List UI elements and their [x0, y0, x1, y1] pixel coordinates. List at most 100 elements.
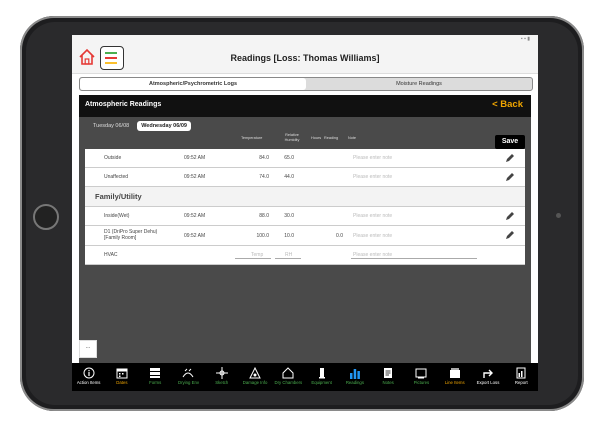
row-time: 09:52 AM	[184, 174, 206, 180]
toolbar-export-loss[interactable]: Export Loss	[471, 363, 504, 391]
row-name: Inside(Wet)	[104, 213, 130, 219]
pictures-icon	[415, 368, 427, 378]
toolbar-label: Damage Info	[242, 380, 268, 385]
page-title: Readings [Loss: Thomas Williams]	[230, 53, 380, 63]
export-icon	[483, 369, 494, 378]
toolbar-equipment[interactable]: Equipment	[305, 363, 338, 391]
group-header: Family/Utility	[85, 187, 525, 207]
toolbar-readings[interactable]: Readings	[338, 363, 371, 391]
note-input[interactable]: Please enter note	[353, 155, 392, 161]
temperature-underline	[235, 258, 271, 259]
sketch-icon	[215, 366, 228, 379]
row-name: D1 (DriPro Super Dehu) [Family Room]	[104, 229, 158, 241]
readings-table: Outside 09:52 AM 84.0 65.0 Please enter …	[85, 149, 525, 265]
col-header-temperature: Temperature	[241, 136, 263, 140]
toolbar-label: Forms	[149, 380, 162, 385]
camera	[556, 213, 561, 218]
bottom-toolbar: Action Items Dates Forms Drying Env Sket…	[72, 363, 538, 391]
save-button[interactable]: Save	[495, 135, 525, 149]
report-icon	[516, 367, 526, 378]
damage-icon	[249, 366, 261, 378]
pencil-icon[interactable]	[505, 172, 515, 182]
toolbar-dates[interactable]: Dates	[105, 363, 138, 391]
top-bar: Readings [Loss: Thomas Williams]	[72, 43, 538, 74]
col-header-hours: Hours	[311, 136, 322, 140]
toolbar-action-items[interactable]: Action Items	[72, 363, 105, 391]
table-row: Unaffected 09:52 AM 74.0 44.0 Please ent…	[85, 168, 525, 187]
toolbar-label: Export Loss	[476, 380, 500, 385]
humidity-input[interactable]: 30.0	[274, 213, 294, 219]
toolbar-damage-info[interactable]: Damage Info	[238, 363, 271, 391]
panel-header: Atmospheric Readings < Back	[79, 95, 531, 117]
toolbar-label: Notes	[382, 380, 394, 385]
reading-input[interactable]: 0.0	[329, 233, 343, 239]
drying-env-icon	[183, 368, 194, 377]
group-title: Family/Utility	[95, 192, 142, 201]
app-screen: ▪ ▪ ▮ Readings [Loss: Thomas Williams] A…	[72, 35, 538, 391]
info-icon	[83, 367, 95, 378]
row-name: HVAC	[104, 252, 118, 258]
day-tab-tuesday[interactable]: Tuesday 06/08	[89, 121, 133, 131]
humidity-underline	[275, 258, 301, 259]
home-button[interactable]	[33, 204, 59, 230]
toolbar-notes[interactable]: Notes	[372, 363, 405, 391]
back-button[interactable]: < Back	[492, 99, 523, 110]
tab-moisture-readings[interactable]: Moisture Readings	[306, 78, 532, 90]
table-row: Inside(Wet) 09:52 AM 88.0 30.0 Please en…	[85, 207, 525, 226]
note-input[interactable]: Please enter note	[353, 213, 392, 219]
day-tab-wednesday[interactable]: Wednesday 06/09	[137, 121, 191, 131]
note-input[interactable]: Please enter note	[353, 233, 392, 239]
toolbar-label: Readings	[345, 380, 364, 385]
calendar-icon	[116, 368, 128, 378]
col-header-reading: Reading	[324, 136, 339, 140]
line-items-icon	[449, 367, 460, 378]
equipment-icon	[318, 367, 325, 378]
temperature-input[interactable]: 74.0	[245, 174, 269, 180]
table-row: Outside 09:52 AM 84.0 65.0 Please enter …	[85, 149, 525, 168]
temperature-input[interactable]: 88.0	[245, 213, 269, 219]
row-name: Unaffected	[104, 174, 129, 180]
toolbar-dry-chambers[interactable]: Dry Chambers	[272, 363, 305, 391]
readings-panel: Atmospheric Readings < Back Tuesday 06/0…	[79, 95, 531, 377]
toolbar-line-items[interactable]: Line Items	[438, 363, 471, 391]
pencil-icon[interactable]	[505, 211, 515, 221]
chat-button[interactable]: ...	[79, 340, 97, 358]
row-time: 09:52 AM	[184, 213, 206, 219]
temperature-input[interactable]: 84.0	[245, 155, 269, 161]
toolbar-pictures[interactable]: Pictures	[405, 363, 438, 391]
row-name: Outside	[104, 155, 122, 161]
toolbar-label: Dry Chambers	[274, 380, 303, 385]
toolbar-label: Drying Env	[177, 380, 199, 385]
tab-atmospheric-logs[interactable]: Atmospheric/Psychrometric Logs	[80, 78, 306, 90]
status-icons: ▪ ▪ ▮	[520, 36, 530, 42]
toolbar-label: Action Items	[76, 380, 101, 385]
house-icon	[282, 366, 294, 378]
table-row: HVAC Temp RH Please enter note	[85, 246, 525, 265]
toolbar-label: Sketch	[215, 380, 229, 385]
toolbar-drying-env[interactable]: Drying Env	[172, 363, 205, 391]
table-row: D1 (DriPro Super Dehu) [Family Room] 09:…	[85, 226, 525, 246]
panel-title: Atmospheric Readings	[85, 101, 162, 108]
toolbar-label: Pictures	[413, 380, 430, 385]
note-underline	[351, 258, 477, 259]
pencil-icon[interactable]	[505, 230, 515, 240]
note-input[interactable]: Please enter note	[353, 174, 392, 180]
toolbar-forms[interactable]: Forms	[139, 363, 172, 391]
toolbar-report[interactable]: Report	[505, 363, 538, 391]
bar-chart-icon	[349, 368, 360, 379]
humidity-input[interactable]: 10.0	[274, 233, 294, 239]
row-time: 09:52 AM	[184, 233, 206, 239]
toolbar-label: Equipment	[311, 380, 332, 385]
humidity-input[interactable]: 44.0	[274, 174, 294, 180]
temperature-input[interactable]: 100.0	[245, 233, 269, 239]
col-header-note: Note	[348, 136, 357, 140]
forms-icon	[150, 367, 161, 378]
toolbar-sketch[interactable]: Sketch	[205, 363, 238, 391]
pencil-icon[interactable]	[505, 153, 515, 163]
segmented-control: Atmospheric/Psychrometric Logs Moisture …	[79, 77, 533, 91]
toolbar-label: Dates	[116, 380, 128, 385]
row-time: 09:52 AM	[184, 155, 206, 161]
humidity-input[interactable]: 65.0	[274, 155, 294, 161]
day-tabs: Tuesday 06/08 Wednesday 06/09	[89, 121, 191, 131]
toolbar-label: Report	[514, 380, 528, 385]
